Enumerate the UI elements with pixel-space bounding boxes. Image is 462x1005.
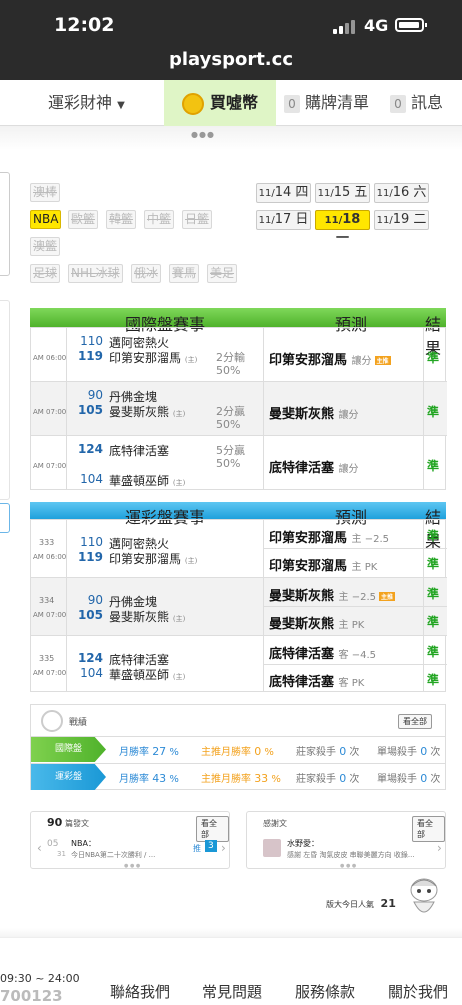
table-row: 335 AM 07:00 124 底特律活塞 104 華盛頓巫師 (主) 底特律… [31,636,447,693]
about-link[interactable]: 關於我們 [388,981,448,1002]
clock: 12:02 [54,14,115,36]
battery-icon [395,18,427,32]
target-icon [41,710,63,732]
table-row: AM 06:00 110 邁阿密熱火 119 印第安那溜馬 (主) 2分輸 50… [31,328,447,382]
prev-arrow-icon[interactable]: ‹ [37,841,42,855]
sport-chip[interactable]: 澳籃 [30,237,61,256]
url-text: playsport.cc [168,49,293,70]
url-bar[interactable]: playsport.cc [0,42,462,80]
sport-chip[interactable]: 賽馬 [169,264,200,283]
caret-down-icon: ▼ [117,100,125,111]
contact-link[interactable]: 聯絡我們 [110,981,170,1002]
sport-chip[interactable]: 美足 [207,264,238,283]
carousel-dots: ● ● ● [124,863,141,869]
thanks-view-all-button[interactable]: 看全部 [412,816,445,842]
side-panel [0,300,10,500]
intl-table: 國際盤賽事 預測 結果 AM 06:00 110 邁阿密熱火 119 印第安那溜… [30,308,447,490]
date-button[interactable]: 11/16 六 [374,183,429,203]
carousel-dots: ● ● ● [340,863,357,869]
thanks-card: 感謝文 看全部 水野愛： 感謝 左昏 淘氣皮皮 串聯美麗方向 收錄... › ●… [246,811,446,869]
carousel-dots: ●●● [191,130,215,139]
date-button-selected[interactable]: 11/18 一 [315,210,370,246]
cart-count: 0 [284,94,300,113]
record-panel: 戰績 看全部 國際盤 月勝率 27 % 主推月勝率 0 % 莊家殺手 0 次 單… [30,704,446,790]
table-row: 333 AM 06:00 110 邁阿密熱火 119 印第安那溜馬 (主) 印第… [31,520,447,578]
side-tab[interactable] [0,172,10,276]
table-row: 334 AM 07:00 90 丹佛金塊 105 曼斐斯灰熊 (主) 曼斐斯灰熊… [31,578,447,636]
sport-chip[interactable]: 俄冰 [131,264,162,283]
record-row-intl: 國際盤 月勝率 27 % 主推月勝率 0 % 莊家殺手 0 次 單場殺手 0 次 [31,736,445,762]
record-row-lottery: 運彩盤 月勝率 43 % 主推月勝率 33 % 莊家殺手 0 次 單場殺手 0 … [31,763,445,790]
push-count: 3 [205,840,217,852]
posts-view-all-button[interactable]: 看全部 [196,816,229,842]
lottery-table-header: 運彩盤賽事 預測 結果 [30,502,446,551]
top-nav: 運彩財神 ▼ 買噓幣 0 購牌清單 0 訊息 [0,80,462,126]
status-bar: 12:02 4G [0,0,462,42]
intl-table-header: 國際盤賽事 預測 結果 [30,308,446,358]
buy-label: 買噓幣 [209,93,258,112]
phone: 700123 [0,987,63,1005]
divider [0,928,462,938]
cart-link[interactable]: 0 購牌清單 [284,80,369,126]
network-type: 4G [364,16,389,35]
terms-link[interactable]: 服務條款 [295,981,355,1002]
post-excerpt[interactable]: 今日NBA第二十次勝利 / ... [71,850,155,860]
sport-chip[interactable]: 足球 [30,264,61,283]
table-row: AM 07:00 124 底特律活塞 104 華盛頓巫師 (主) 5分贏 50%… [33,442,439,488]
record-view-all-button[interactable]: 看全部 [398,714,432,729]
buy-coin-button[interactable]: 買噓幣 [164,80,276,126]
next-arrow-icon[interactable]: › [221,841,226,855]
thanks-excerpt[interactable]: 感謝 左昏 淘氣皮皮 串聯美麗方向 收錄... [287,850,437,860]
posts-card: 90 篇發文 看全部 ‹ 05 31 NBA： 今日NBA第二十次勝利 / ..… [30,811,230,869]
popularity: 版大今日人氣 21 [326,897,396,910]
side-tab-blue[interactable] [0,503,10,533]
lottery-table-body: 333 AM 06:00 110 邁阿密熱火 119 印第安那溜馬 (主) 印第… [30,519,447,693]
date-button[interactable]: 11/14 四 [256,183,311,203]
message-label: 訊息 [411,93,444,112]
menu-dropdown[interactable]: 運彩財神 ▼ [48,80,125,126]
sport-chip[interactable]: 中籃 [144,210,175,229]
record-title: 戰績 [69,718,88,728]
coin-icon [181,92,204,115]
sport-chip[interactable]: NHL冰球 [68,264,123,283]
sport-chip-nba[interactable]: NBA [30,210,62,229]
next-arrow-icon[interactable]: › [437,841,442,855]
message-link[interactable]: 0 訊息 [390,80,443,126]
sport-chip[interactable]: 澳棒 [30,183,61,202]
avatar [263,839,281,857]
mascot-icon [406,876,442,920]
lottery-table: 運彩盤賽事 預測 結果 333 AM 06:00 110 邁阿密熱火 119 印… [30,502,447,693]
intl-table-body: AM 06:00 110 邁阿密熱火 119 印第安那溜馬 (主) 2分輸 50… [30,327,447,490]
date-button[interactable]: 11/19 二 [374,210,429,230]
message-count: 0 [390,94,406,113]
table-row: AM 07:00 90 丹佛金塊 105 曼斐斯灰熊 (主) 2分贏 50% 曼… [31,382,447,436]
date-button[interactable]: 11/15 五 [315,183,370,203]
sport-chip[interactable]: 歐籃 [68,210,99,229]
nav-shadow [0,126,462,150]
signal-icon [333,18,357,34]
service-hours: 09:30 ~ 24:00 [0,972,80,985]
sport-chip[interactable]: 日籃 [182,210,213,229]
faq-link[interactable]: 常見問題 [202,981,262,1002]
date-button[interactable]: 11/17 日 [256,210,311,230]
cart-label: 購牌清單 [305,93,370,112]
menu-label: 運彩財神 [48,93,113,112]
posts-count: 90 [47,816,63,829]
sport-chip[interactable]: 韓籃 [106,210,137,229]
sport-filter: 澳棒 NBA 歐籃 韓籃 中籃 日籃 澳籃 足球 NHL冰球 俄冰 賽馬 美足 … [30,175,456,287]
